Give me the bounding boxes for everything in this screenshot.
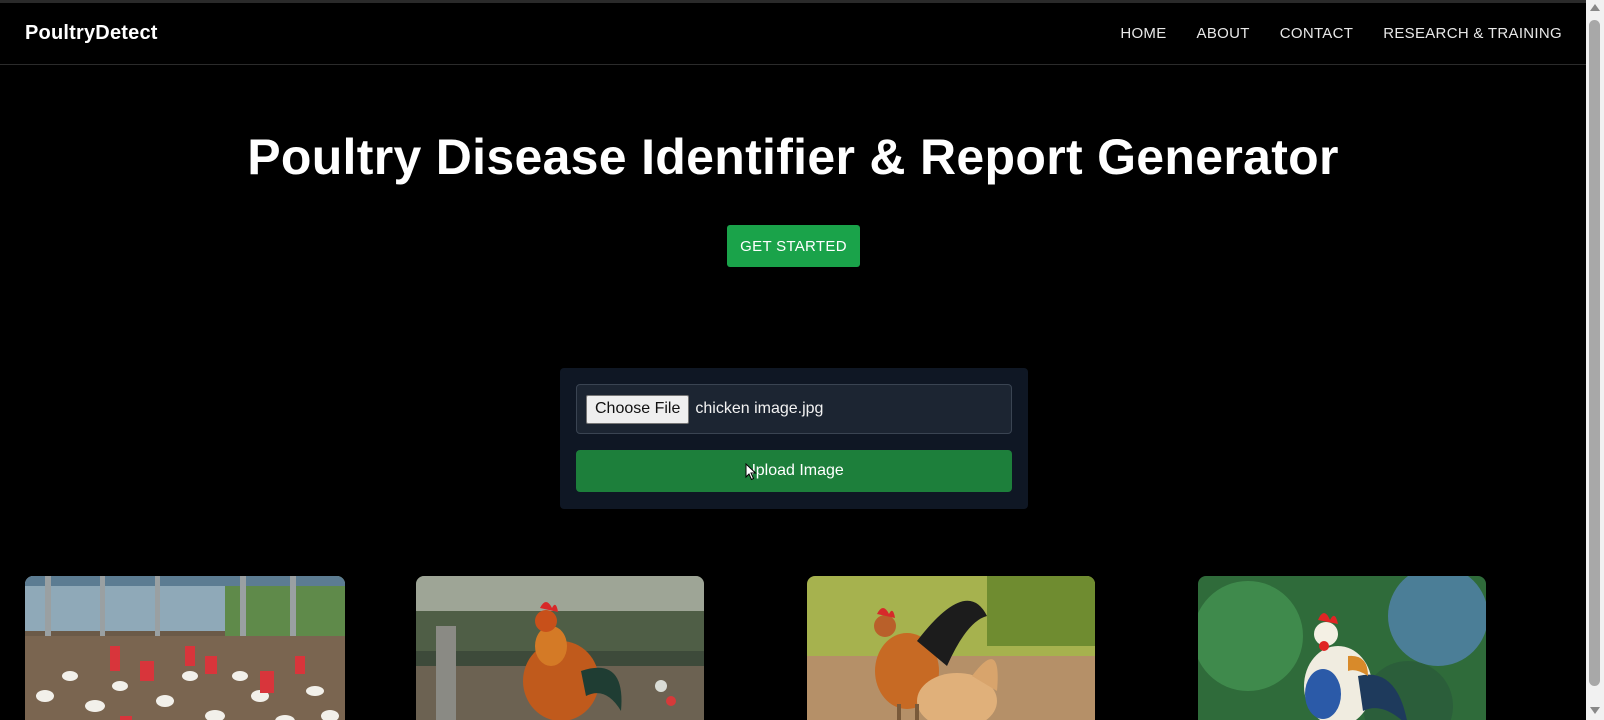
poultry-farm-image xyxy=(25,576,345,720)
selected-file-name: chicken image.jpg xyxy=(695,400,824,417)
brand-logo[interactable]: PoultryDetect xyxy=(25,22,158,45)
nav-link-about[interactable]: ABOUT xyxy=(1197,25,1250,42)
mouse-cursor-icon xyxy=(745,463,757,481)
nav-link-research-training[interactable]: RESEARCH & TRAINING xyxy=(1383,25,1562,42)
upload-card: Choose File chicken image.jpg Upload Ima… xyxy=(560,368,1028,509)
nav-links: HOME ABOUT CONTACT RESEARCH & TRAINING xyxy=(1120,25,1562,42)
scrollbar[interactable] xyxy=(1586,0,1604,720)
file-input[interactable]: Choose File chicken image.jpg xyxy=(576,384,1012,434)
rooster-image xyxy=(416,576,704,720)
nav-link-home[interactable]: HOME xyxy=(1120,25,1166,42)
scroll-down-arrow-icon[interactable] xyxy=(1590,707,1600,714)
nav-link-contact[interactable]: CONTACT xyxy=(1280,25,1353,42)
scroll-up-arrow-icon[interactable] xyxy=(1590,4,1600,11)
colorful-rooster-image xyxy=(1198,576,1486,720)
scrollbar-thumb[interactable] xyxy=(1589,20,1600,686)
rooster-and-hen-image xyxy=(807,576,1095,720)
get-started-button[interactable]: GET STARTED xyxy=(727,225,860,267)
navbar: PoultryDetect HOME ABOUT CONTACT RESEARC… xyxy=(0,3,1586,65)
choose-file-button[interactable]: Choose File xyxy=(586,394,690,424)
hero-title: Poultry Disease Identifier & Report Gene… xyxy=(247,129,1339,185)
upload-image-button[interactable]: Upload Image xyxy=(576,450,1012,492)
